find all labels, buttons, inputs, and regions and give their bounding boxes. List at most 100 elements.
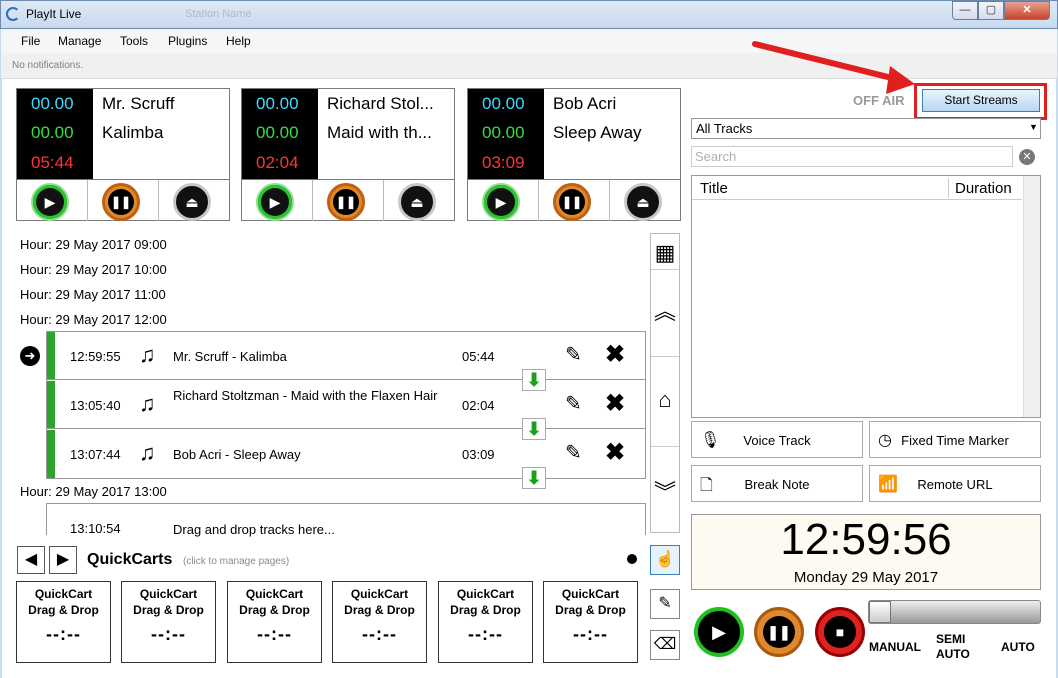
- eject-icon: ⏏: [185, 193, 199, 210]
- hour-header[interactable]: Hour: 29 May 2017 13:00: [20, 484, 167, 499]
- delete-x-icon[interactable]: ✖: [605, 389, 625, 418]
- dropdown-arrow-icon[interactable]: ▼: [1029, 122, 1038, 132]
- minimize-button[interactable]: —: [952, 1, 978, 20]
- voice-track-button[interactable]: 🎙 Voice Track: [691, 421, 863, 458]
- player-artist: Mr. Scruff: [102, 94, 175, 113]
- break-note-button[interactable]: 🗋 Break Note: [691, 465, 863, 502]
- quickcart[interactable]: QuickCart Drag & Drop --:--: [121, 581, 216, 663]
- hour-header[interactable]: Hour: 29 May 2017 10:00: [20, 262, 167, 277]
- quickcart[interactable]: QuickCart Drag & Drop --:--: [543, 581, 638, 663]
- clear-search-icon[interactable]: ✕: [1019, 149, 1035, 165]
- hour-header[interactable]: Hour: 29 May 2017 11:00: [20, 287, 166, 302]
- intro-time: 00.00: [256, 123, 299, 142]
- row-time: 12:59:55: [70, 349, 121, 364]
- pause-button[interactable]: ❚❚: [553, 183, 591, 221]
- quickcart[interactable]: QuickCart Drag & Drop --:--: [332, 581, 427, 663]
- row-duration: 03:09: [462, 447, 495, 462]
- hour-header[interactable]: Hour: 29 May 2017 09:00: [20, 237, 167, 252]
- music-note-icon: ♫: [139, 391, 156, 416]
- player-track: Kalimba: [102, 123, 164, 142]
- mode-manual-label[interactable]: MANUAL: [869, 640, 921, 654]
- calendar-icon[interactable]: ▦: [651, 240, 679, 270]
- edit-pencil-icon[interactable]: ✎: [565, 391, 582, 416]
- play-button[interactable]: ▶: [482, 183, 520, 221]
- close-button[interactable]: ✕: [1004, 1, 1050, 20]
- down-arrow-icon[interactable]: ⬇: [522, 418, 546, 440]
- eject-button[interactable]: ⏏: [624, 183, 662, 221]
- home-icon[interactable]: ⌂: [651, 356, 679, 446]
- menu-tools[interactable]: Tools: [120, 34, 148, 48]
- playlist-hour-block: 13:10:54 Drag and drop tracks here...: [46, 503, 646, 537]
- search-input[interactable]: Search: [691, 146, 1013, 167]
- player-pause-cell: ❚❚: [313, 180, 384, 221]
- play-icon: ▶: [495, 193, 507, 210]
- automation-mode-slider[interactable]: [868, 600, 1041, 624]
- play-button[interactable]: ▶: [31, 183, 69, 221]
- pause-button[interactable]: ❚❚: [102, 183, 140, 221]
- menu-plugins[interactable]: Plugins: [168, 34, 207, 48]
- mode-auto-label[interactable]: AUTO: [1001, 640, 1035, 654]
- quickcart[interactable]: QuickCart Drag & Drop --:--: [16, 581, 111, 663]
- quickcart-time: --:--: [573, 624, 608, 644]
- eject-button[interactable]: ⏏: [173, 183, 211, 221]
- fixed-time-marker-button[interactable]: ◷ Fixed Time Marker: [869, 421, 1041, 458]
- edit-pencil-icon[interactable]: ✎: [565, 342, 582, 367]
- player-play-cell: ▶: [468, 180, 539, 221]
- maximize-button[interactable]: ▢: [978, 1, 1004, 20]
- mode-semi-label[interactable]: SEMI: [936, 632, 965, 646]
- window-border-left: [0, 29, 2, 678]
- slider-handle[interactable]: [869, 601, 891, 623]
- main-play-button[interactable]: ▶: [694, 607, 744, 657]
- scroll-up-icon[interactable]: ︽: [651, 294, 679, 326]
- player-pause-cell: ❚❚: [539, 180, 610, 221]
- quickcart-prev-button[interactable]: ◀: [17, 546, 45, 574]
- menu-file[interactable]: File: [21, 34, 40, 48]
- eraser-icon[interactable]: ⌫: [650, 630, 680, 660]
- mode-semi-auto-label[interactable]: AUTO: [936, 647, 970, 661]
- quickcart-label: QuickCart: [561, 587, 620, 601]
- edit-pencil-tool-icon[interactable]: ✎: [650, 589, 680, 619]
- main-stop-button[interactable]: ■: [815, 607, 865, 657]
- row-status-bar: [47, 430, 55, 478]
- play-button[interactable]: ▶: [256, 183, 294, 221]
- menu-manage[interactable]: Manage: [58, 34, 101, 48]
- player-controls: ▶ ❚❚ ⏏: [17, 179, 229, 221]
- delete-x-icon[interactable]: ✖: [605, 340, 625, 369]
- down-arrow-icon[interactable]: ⬇: [522, 467, 546, 489]
- playlist-row[interactable]: 12:59:55 ♫ Mr. Scruff - Kalimba 05:44 ✎ …: [47, 332, 645, 380]
- intro-time: 00.00: [482, 123, 525, 142]
- remote-url-button[interactable]: 📶 Remote URL: [869, 465, 1041, 502]
- track-filter-select[interactable]: All Tracks: [691, 118, 1041, 139]
- column-title[interactable]: Title: [700, 180, 728, 197]
- scroll-down-icon[interactable]: ︾: [651, 446, 679, 516]
- menu-help[interactable]: Help: [226, 34, 251, 48]
- hour-header[interactable]: Hour: 29 May 2017 12:00: [20, 312, 167, 327]
- edit-pencil-icon[interactable]: ✎: [565, 440, 582, 465]
- start-streams-button[interactable]: Start Streams: [922, 89, 1040, 112]
- quickcart[interactable]: QuickCart Drag & Drop --:--: [438, 581, 533, 663]
- quickcart-next-button[interactable]: ▶: [49, 546, 77, 574]
- row-time: 13:10:54: [70, 521, 121, 536]
- eject-button[interactable]: ⏏: [398, 183, 436, 221]
- playlist-row[interactable]: 13:05:40 ♫ Richard Stoltzman - Maid with…: [47, 381, 645, 429]
- pause-icon: ❚❚: [333, 189, 359, 215]
- quickcarts-title[interactable]: QuickCarts: [87, 551, 172, 569]
- music-note-icon: ♫: [139, 342, 156, 367]
- delete-x-icon[interactable]: ✖: [605, 438, 625, 467]
- player-eject-cell: ⏏: [384, 180, 455, 221]
- play-icon: ▶: [269, 193, 281, 210]
- row-time: 13:05:40: [70, 398, 121, 413]
- down-arrow-icon[interactable]: ⬇: [522, 369, 546, 391]
- page-dot-icon: [627, 554, 637, 564]
- column-duration[interactable]: Duration: [955, 180, 1012, 197]
- hand-pointer-icon[interactable]: ☝: [650, 545, 680, 575]
- column-divider: [948, 178, 949, 198]
- player-artist: Richard Stol...: [327, 94, 434, 113]
- on-air-status: OFF AIR: [853, 93, 905, 108]
- quickcarts-hint[interactable]: (click to manage pages): [183, 556, 289, 567]
- playlist-row[interactable]: 13:07:44 ♫ Bob Acri - Sleep Away 03:09 ✎…: [47, 430, 645, 478]
- quickcart[interactable]: QuickCart Drag & Drop --:--: [227, 581, 322, 663]
- main-pause-button[interactable]: ❚❚: [754, 607, 804, 657]
- pause-button[interactable]: ❚❚: [327, 183, 365, 221]
- library-scrollbar[interactable]: [1023, 176, 1040, 417]
